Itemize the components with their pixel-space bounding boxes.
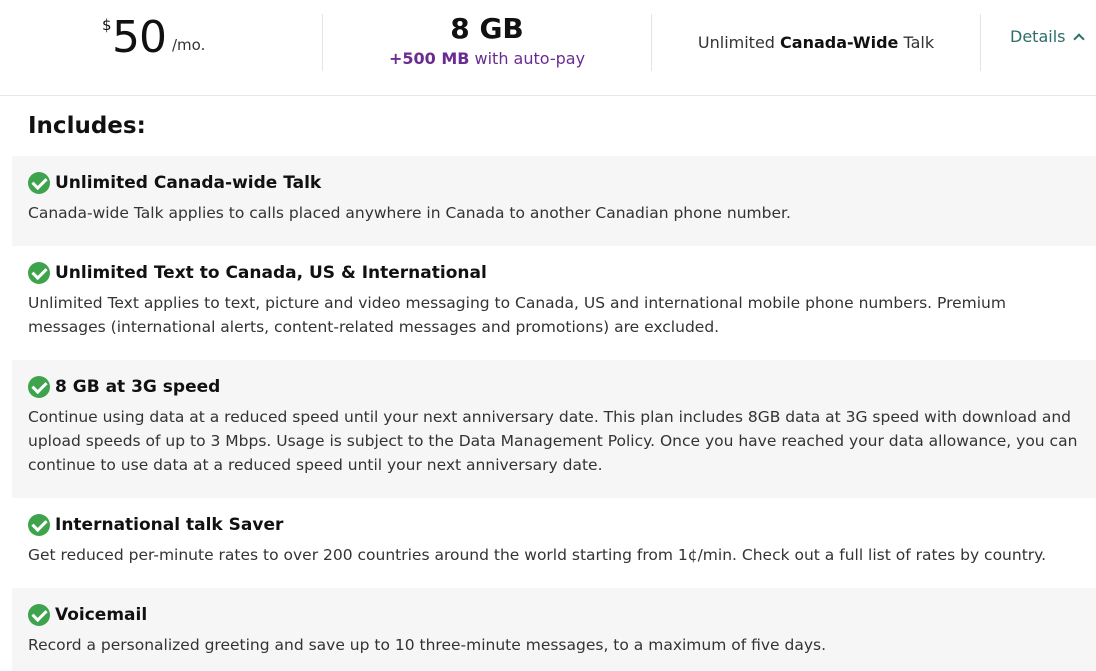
- desc-line: continue to use data at a reduced speed …: [28, 456, 603, 474]
- feature-description: Continue using data at a reduced speed u…: [28, 405, 1080, 477]
- desc-line: Canada-wide Talk applies to calls placed…: [28, 204, 791, 222]
- feature-description: Record a personalized greeting and save …: [28, 633, 1080, 657]
- feature-item: International talk Saver Get reduced per…: [12, 498, 1096, 588]
- feature-title: Unlimited Canada-wide Talk: [55, 173, 322, 193]
- desc-line: Continue using data at a reduced speed u…: [28, 408, 1072, 426]
- talk-post: Talk: [898, 33, 935, 52]
- feature-item: Unlimited Text to Canada, US & Internati…: [12, 246, 1096, 360]
- feature-item: Voicemail Record a personalized greeting…: [12, 588, 1096, 671]
- feature-item: 8 GB at 3G speed Continue using data at …: [12, 360, 1096, 498]
- bonus-text: with auto-pay: [469, 49, 586, 68]
- autopay-bonus: +500 MB with auto-pay: [322, 49, 652, 68]
- talk-bold: Canada-Wide: [780, 33, 899, 52]
- feature-description: Canada-wide Talk applies to calls placed…: [28, 201, 1080, 225]
- desc-line: Record a personalized greeting and save …: [28, 636, 827, 654]
- desc-line: Unlimited Text applies to text, picture …: [28, 294, 1006, 312]
- price-amount: 50: [112, 12, 167, 63]
- feature-title: International talk Saver: [55, 515, 284, 535]
- plan-talk: Unlimited Canada-Wide Talk: [652, 33, 980, 52]
- price-period: /mo.: [172, 36, 206, 54]
- feature-item: Unlimited Canada-wide Talk Canada-wide T…: [12, 156, 1096, 246]
- plan-data-amount: 8 GB: [450, 12, 524, 45]
- check-circle-icon: [28, 172, 50, 194]
- check-circle-icon: [28, 376, 50, 398]
- feature-title: Voicemail: [55, 605, 148, 625]
- check-circle-icon: [28, 604, 50, 626]
- check-circle-icon: [28, 514, 50, 536]
- feature-title: Unlimited Text to Canada, US & Internati…: [55, 263, 487, 283]
- desc-line: Get reduced per-minute rates to over 200…: [28, 546, 1047, 564]
- talk-pre: Unlimited: [697, 33, 781, 52]
- feature-description: Get reduced per-minute rates to over 200…: [28, 543, 1080, 567]
- chevron-up-icon: [1073, 32, 1086, 45]
- includes-heading: Includes:: [28, 113, 146, 139]
- bonus-amount: +500 MB: [388, 49, 470, 68]
- details-toggle-button[interactable]: Details: [1010, 27, 1086, 46]
- desc-line: messages (international alerts, content-…: [28, 318, 720, 336]
- plan-summary-header: $ 50 /mo. 8 GB +500 MB with auto-pay Unl…: [0, 0, 1096, 96]
- price-currency: $: [102, 16, 112, 34]
- header-divider: [980, 14, 981, 71]
- desc-line: upload speeds of up to 3 Mbps. Usage is …: [28, 432, 1078, 450]
- feature-description: Unlimited Text applies to text, picture …: [28, 291, 1080, 339]
- feature-title: 8 GB at 3G speed: [55, 377, 221, 397]
- check-circle-icon: [28, 262, 50, 284]
- details-label: Details: [1010, 27, 1066, 46]
